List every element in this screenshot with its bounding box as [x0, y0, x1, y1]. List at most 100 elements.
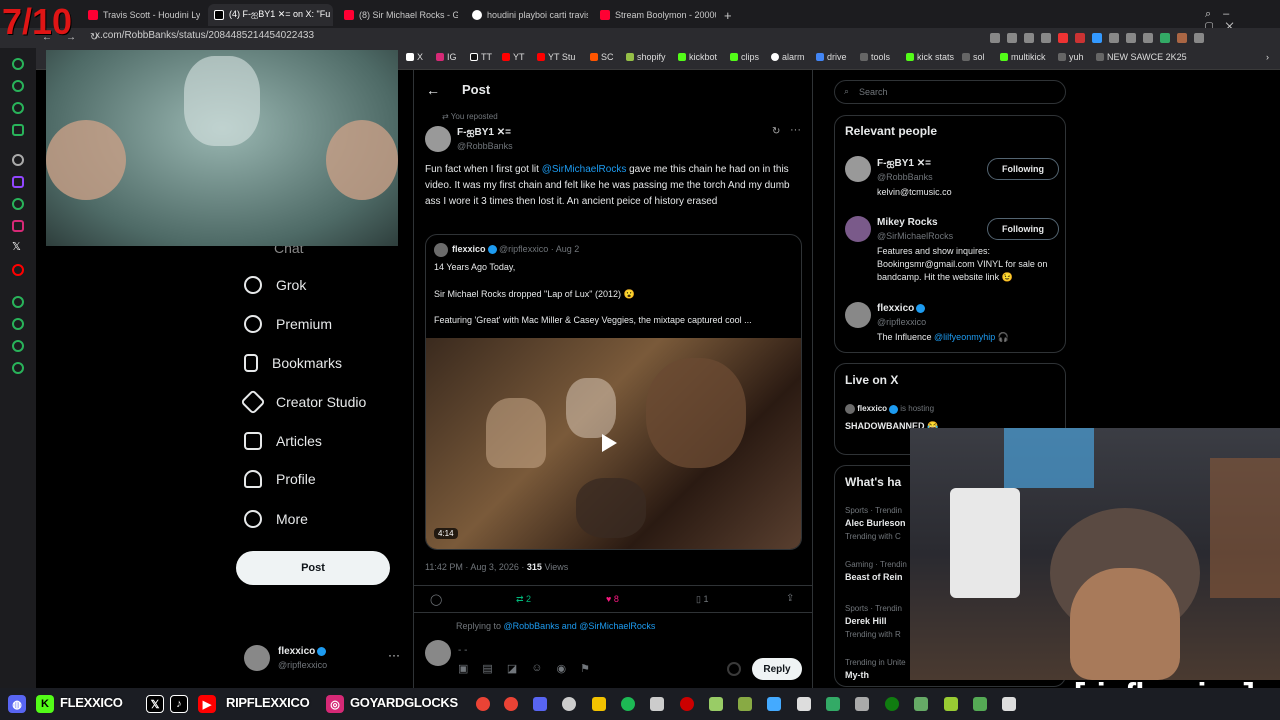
post-button[interactable]: Post — [236, 551, 390, 585]
post-menu-icon[interactable]: ··· — [790, 124, 801, 136]
twitch-icon[interactable] — [12, 176, 24, 188]
bookmarks-overflow-icon[interactable]: › — [1266, 52, 1269, 62]
side-panel-icon[interactable] — [12, 198, 24, 210]
app-icon[interactable] — [738, 697, 752, 711]
nav-item-creator-studio[interactable]: Creator Studio — [240, 389, 366, 415]
bookmark-item[interactable]: NEW SAWCE 2K25 — [1096, 52, 1187, 62]
retweet-button[interactable]: ⇄ 2 — [516, 594, 531, 605]
bookmark-item[interactable]: YT — [502, 52, 525, 62]
side-panel-icon[interactable] — [12, 102, 24, 114]
person-name[interactable]: F-ஐBY1 ✕= — [877, 158, 931, 170]
reply-input[interactable]: - - — [458, 645, 467, 656]
author-name[interactable]: F-ஐBY1 ✕= — [457, 127, 511, 139]
instagram-icon[interactable] — [12, 220, 24, 232]
side-panel-icon[interactable] — [12, 80, 24, 92]
app-icon[interactable] — [767, 697, 781, 711]
side-panel-icon[interactable] — [12, 296, 24, 308]
extension-icon[interactable] — [1160, 33, 1170, 43]
extension-icon[interactable] — [1041, 33, 1051, 43]
youtube-icon[interactable] — [12, 264, 24, 276]
chrome-icon[interactable] — [504, 697, 518, 711]
trend-name[interactable]: Derek Hill — [845, 616, 887, 626]
bookmark-item[interactable]: kickbot — [678, 52, 717, 62]
bookmark-item[interactable]: X — [406, 52, 423, 62]
browser-tab[interactable]: (8) Sir Michael Rocks - Gre — [338, 4, 458, 26]
extension-icon[interactable] — [1007, 33, 1017, 43]
browser-tab[interactable]: Travis Scott - Houdini Lyric — [82, 4, 200, 26]
spotify-icon[interactable] — [621, 697, 635, 711]
grok-explain-icon[interactable]: ↻ — [772, 126, 780, 137]
bookmark-item[interactable]: IG — [436, 52, 457, 62]
browser-tab[interactable]: Stream Boolymon - 20000 — [594, 4, 716, 26]
grok-icon[interactable]: ◪ — [507, 662, 517, 675]
obs-icon[interactable] — [562, 697, 576, 711]
reply-icon[interactable]: ◯ — [430, 593, 442, 606]
share-icon[interactable]: ⇪ — [786, 593, 794, 604]
bookmark-item[interactable]: shopify — [626, 52, 666, 62]
person-avatar[interactable] — [845, 156, 871, 182]
app-icon[interactable] — [1002, 697, 1016, 711]
reply-button[interactable]: Reply — [752, 658, 802, 680]
account-avatar[interactable] — [244, 645, 270, 671]
extension-icon[interactable] — [1126, 33, 1136, 43]
back-arrow-icon[interactable]: ← — [426, 82, 440, 98]
app-icon[interactable] — [855, 697, 869, 711]
opera-icon[interactable] — [680, 697, 694, 711]
side-panel-icon[interactable] — [12, 124, 24, 136]
nav-item-premium[interactable]: Premium — [244, 315, 332, 333]
flag-icon[interactable]: ⚑ — [580, 662, 590, 675]
nav-item-profile[interactable]: Profile — [244, 470, 316, 488]
extension-icon[interactable] — [1058, 33, 1068, 43]
side-panel-icon[interactable] — [12, 58, 24, 70]
search-input[interactable]: Search — [859, 87, 888, 97]
extension-icon[interactable] — [1194, 33, 1204, 43]
bookmark-item[interactable]: TT — [470, 52, 492, 62]
browser-tab-active[interactable]: (4) F-ஐBY1 ✕= on X: "Fu✕ — [208, 4, 333, 26]
browser-tab[interactable]: houdini playboi carti travis — [466, 4, 588, 26]
bookmark-item[interactable]: multikick — [1000, 52, 1046, 62]
emoji-icon[interactable]: ☺ — [531, 662, 542, 675]
trend-name[interactable]: Alec Burleson — [845, 518, 906, 528]
url-input[interactable]: x.com/RobbBanks/status/20844852144540224… — [95, 30, 314, 41]
side-panel-icon[interactable] — [12, 318, 24, 330]
xbox-icon[interactable] — [885, 697, 899, 711]
extension-icon[interactable] — [1075, 33, 1085, 43]
nav-item-bookmarks[interactable]: Bookmarks — [244, 354, 342, 372]
gif-icon[interactable]: ▤ — [482, 662, 492, 675]
extension-icon[interactable] — [990, 33, 1000, 43]
video-thumbnail[interactable]: 4:14 — [426, 338, 801, 549]
author-handle[interactable]: @RobbBanks — [457, 141, 513, 151]
bookmark-item[interactable]: YT Stu — [537, 52, 575, 62]
person-avatar[interactable] — [845, 302, 871, 328]
bookmark-item[interactable]: SC — [590, 52, 614, 62]
search-box[interactable]: ⌕ Search — [834, 80, 1066, 104]
person-avatar[interactable] — [845, 216, 871, 242]
extension-icon[interactable] — [1092, 33, 1102, 43]
app-icon[interactable] — [944, 697, 958, 711]
mention-link[interactable]: @SirMichaelRocks — [542, 164, 627, 175]
settings-icon[interactable] — [12, 362, 24, 374]
extension-icon[interactable] — [1143, 33, 1153, 43]
discord-icon[interactable] — [533, 697, 547, 711]
app-icon[interactable] — [797, 697, 811, 711]
person-name[interactable]: flexxico — [877, 303, 926, 314]
bookmark-item[interactable]: drive — [816, 52, 847, 62]
media-icon[interactable]: ▣ — [458, 662, 468, 675]
bookmark-item[interactable]: yuh — [1058, 52, 1084, 62]
side-panel-icon[interactable] — [12, 340, 24, 352]
app-icon[interactable] — [973, 697, 987, 711]
following-button[interactable]: Following — [987, 218, 1059, 240]
app-icon[interactable] — [914, 697, 928, 711]
bookmark-item[interactable]: kick stats — [906, 52, 954, 62]
nav-item-grok[interactable]: Grok — [244, 276, 306, 294]
trend-name[interactable]: My-th — [845, 670, 869, 680]
folder-icon[interactable] — [592, 697, 606, 711]
person-name[interactable]: Mikey Rocks — [877, 217, 938, 228]
location-icon[interactable]: ◉ — [556, 662, 566, 675]
bookmark-item[interactable]: clips — [730, 52, 759, 62]
bookmark-item[interactable]: alarm — [771, 52, 805, 62]
extension-icon[interactable] — [1024, 33, 1034, 43]
bookmark-button[interactable]: ▯ 1 — [696, 594, 708, 605]
nav-item-more[interactable]: More — [244, 510, 308, 528]
chrome-icon[interactable] — [476, 697, 490, 711]
